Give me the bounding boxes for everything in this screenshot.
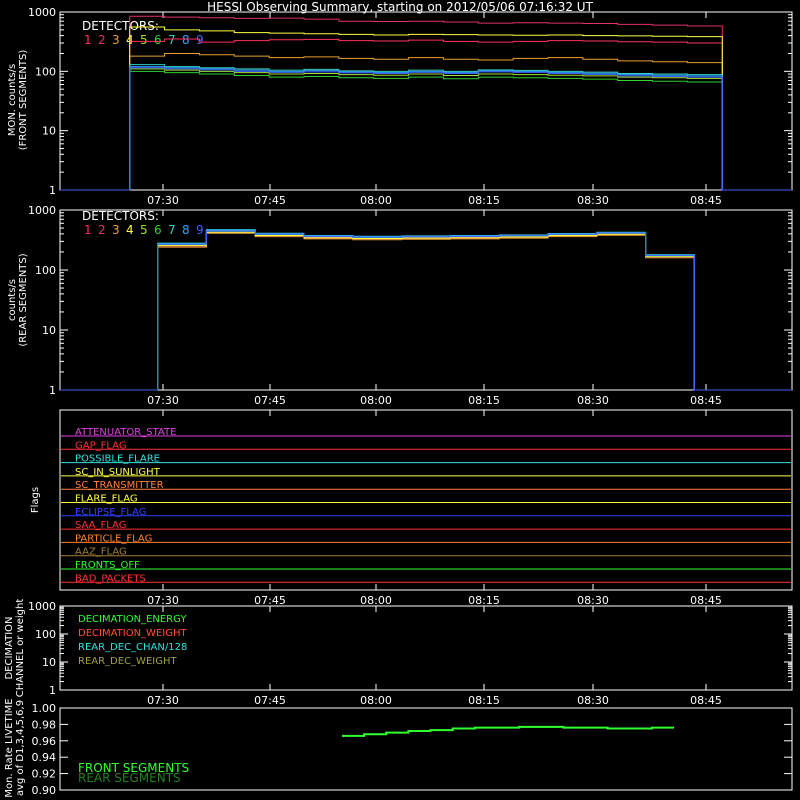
- decimation-legend-item: DECIMATION_ENERGY: [78, 614, 187, 625]
- rear-ytick-label: 100: [35, 264, 56, 277]
- flags-xtick-label: 08:45: [690, 594, 722, 607]
- rear-ytick-label: 1000: [28, 204, 56, 217]
- flags-xtick-label: 07:45: [254, 594, 286, 607]
- rear-legend-item: 4: [126, 223, 134, 237]
- decimation-xtick-label: 08:45: [690, 694, 722, 707]
- front-legend-item: 5: [140, 33, 148, 47]
- front-legend-title: DETECTORS:: [82, 19, 159, 33]
- decimation-xtick-label: 07:45: [254, 694, 286, 707]
- rear-legend-title: DETECTORS:: [82, 209, 159, 223]
- rear-legend-item: 1: [84, 223, 92, 237]
- livetime-ytick-label: 0.94: [32, 751, 57, 764]
- front-ytick-label: 1: [49, 184, 56, 197]
- rear-ytick-label: 1: [49, 384, 56, 397]
- livetime-ylabel: avg of D1,3,4,5,6,9: [15, 700, 26, 796]
- flag-label: ECLIPSE_FLAG: [75, 507, 146, 518]
- front-xtick-label: 07:30: [147, 194, 179, 207]
- decimation-xtick-label: 08:00: [360, 694, 392, 707]
- flag-label: ATTENUATOR_STATE: [75, 427, 176, 438]
- decimation-ylabel: DECIMATION: [4, 616, 15, 679]
- decimation-ytick-label: 100: [35, 628, 56, 641]
- front-legend-item: 7: [168, 33, 176, 47]
- flags-ylabel: Flags: [30, 487, 41, 513]
- rear-legend-item: 7: [168, 223, 176, 237]
- rear-xtick-label: 08:45: [690, 394, 722, 407]
- rear-legend-item: 6: [154, 223, 162, 237]
- front-series-line: [60, 70, 792, 191]
- front-series-line: [60, 26, 792, 191]
- flag-label: SC_TRANSMITTER: [75, 480, 164, 491]
- rear-legend-item: 8: [182, 223, 190, 237]
- decimation-ytick-label: 1000: [28, 600, 56, 613]
- front-series-line: [60, 67, 792, 191]
- hessi-summary-figure: HESSI Observing Summary, starting on 201…: [0, 0, 800, 800]
- front-ylabel: MON. counts/s: [7, 64, 18, 136]
- decimation-legend-item: REAR_DEC_CHAN/128: [78, 642, 187, 653]
- front-legend-item: 6: [154, 33, 162, 47]
- front-xtick-label: 08:45: [690, 194, 722, 207]
- livetime-series-line: [342, 725, 674, 737]
- flags-xtick-label: 08:30: [577, 594, 609, 607]
- decimation-ylabel: CHANNEL or weight: [15, 599, 26, 698]
- decimation-ytick-label: 1: [49, 684, 56, 697]
- rear-ylabel: (REAR SEGMENTS): [18, 253, 29, 346]
- flag-label: SAA_FLAG: [75, 520, 126, 531]
- front-legend-item: 1: [84, 33, 92, 47]
- rear-legend-item: 3: [112, 223, 120, 237]
- front-xtick-label: 07:45: [254, 194, 286, 207]
- livetime-ytick-label: 0.96: [32, 735, 57, 748]
- rear-legend-item: 5: [140, 223, 148, 237]
- decimation-xtick-label: 08:15: [468, 694, 500, 707]
- front-ylabel: (FRONT SEGMENTS): [18, 50, 29, 151]
- front-xtick-label: 08:15: [468, 194, 500, 207]
- flag-label: GAP_FLAG: [75, 440, 127, 451]
- flag-label: FRONTS_OFF: [75, 560, 140, 571]
- livetime-ytick-label: 0.92: [32, 768, 57, 781]
- livetime-ylabel: Mon. Rate LIVETIME: [4, 698, 15, 797]
- rear-ylabel: counts/s: [7, 279, 18, 321]
- livetime-ytick-label: 0.90: [32, 784, 57, 797]
- livetime-ytick-label: 1.00: [32, 702, 57, 715]
- flag-label: BAD_PACKETS: [75, 573, 146, 584]
- rear-xtick-label: 08:15: [468, 394, 500, 407]
- front-ytick-label: 10: [42, 125, 56, 138]
- front-ytick-label: 1000: [28, 6, 56, 19]
- livetime-legend-rear: REAR SEGMENTS: [78, 771, 181, 785]
- front-xtick-label: 08:30: [577, 194, 609, 207]
- flag-label: FLARE_FLAG: [75, 494, 138, 505]
- decimation-xtick-label: 07:30: [147, 694, 179, 707]
- flag-label: SC_IN_SUNLIGHT: [75, 467, 161, 478]
- front-xtick-label: 08:00: [360, 194, 392, 207]
- flags-xtick-label: 08:00: [360, 594, 392, 607]
- flag-label: PARTICLE_FLAG: [75, 533, 152, 544]
- flags-xtick-label: 08:15: [468, 594, 500, 607]
- decimation-ytick-label: 10: [42, 656, 56, 669]
- rear-xtick-label: 07:30: [147, 394, 179, 407]
- rear-xtick-label: 07:45: [254, 394, 286, 407]
- front-legend-item: 2: [98, 33, 106, 47]
- decimation-legend-item: DECIMATION_WEIGHT: [78, 628, 187, 639]
- rear-ytick-label: 10: [42, 324, 56, 337]
- front-legend-item: 8: [182, 33, 190, 47]
- livetime-ytick-label: 0.98: [32, 718, 57, 731]
- flag-label: POSSIBLE_FLARE: [75, 454, 160, 465]
- rear-legend-item: 9: [196, 223, 204, 237]
- rear-xtick-label: 08:30: [577, 394, 609, 407]
- rear-xtick-label: 08:00: [360, 394, 392, 407]
- front-series-line: [60, 66, 792, 191]
- front-series-line: [60, 68, 792, 191]
- rear-series-line: [60, 229, 792, 391]
- flags-xtick-label: 07:30: [147, 594, 179, 607]
- flag-label: AAZ_FLAG: [75, 547, 127, 558]
- front-series-line: [60, 64, 792, 191]
- decimation-xtick-label: 08:30: [577, 694, 609, 707]
- front-legend-item: 3: [112, 33, 120, 47]
- chart-svg: 1 10 100 1000 07:30 07:45 08:00 08:15 08:30 08:45…: [4, 6, 793, 798]
- rear-legend-item: 2: [98, 223, 106, 237]
- decimation-legend-item: REAR_DEC_WEIGHT: [78, 656, 177, 667]
- front-ytick-label: 100: [35, 65, 56, 78]
